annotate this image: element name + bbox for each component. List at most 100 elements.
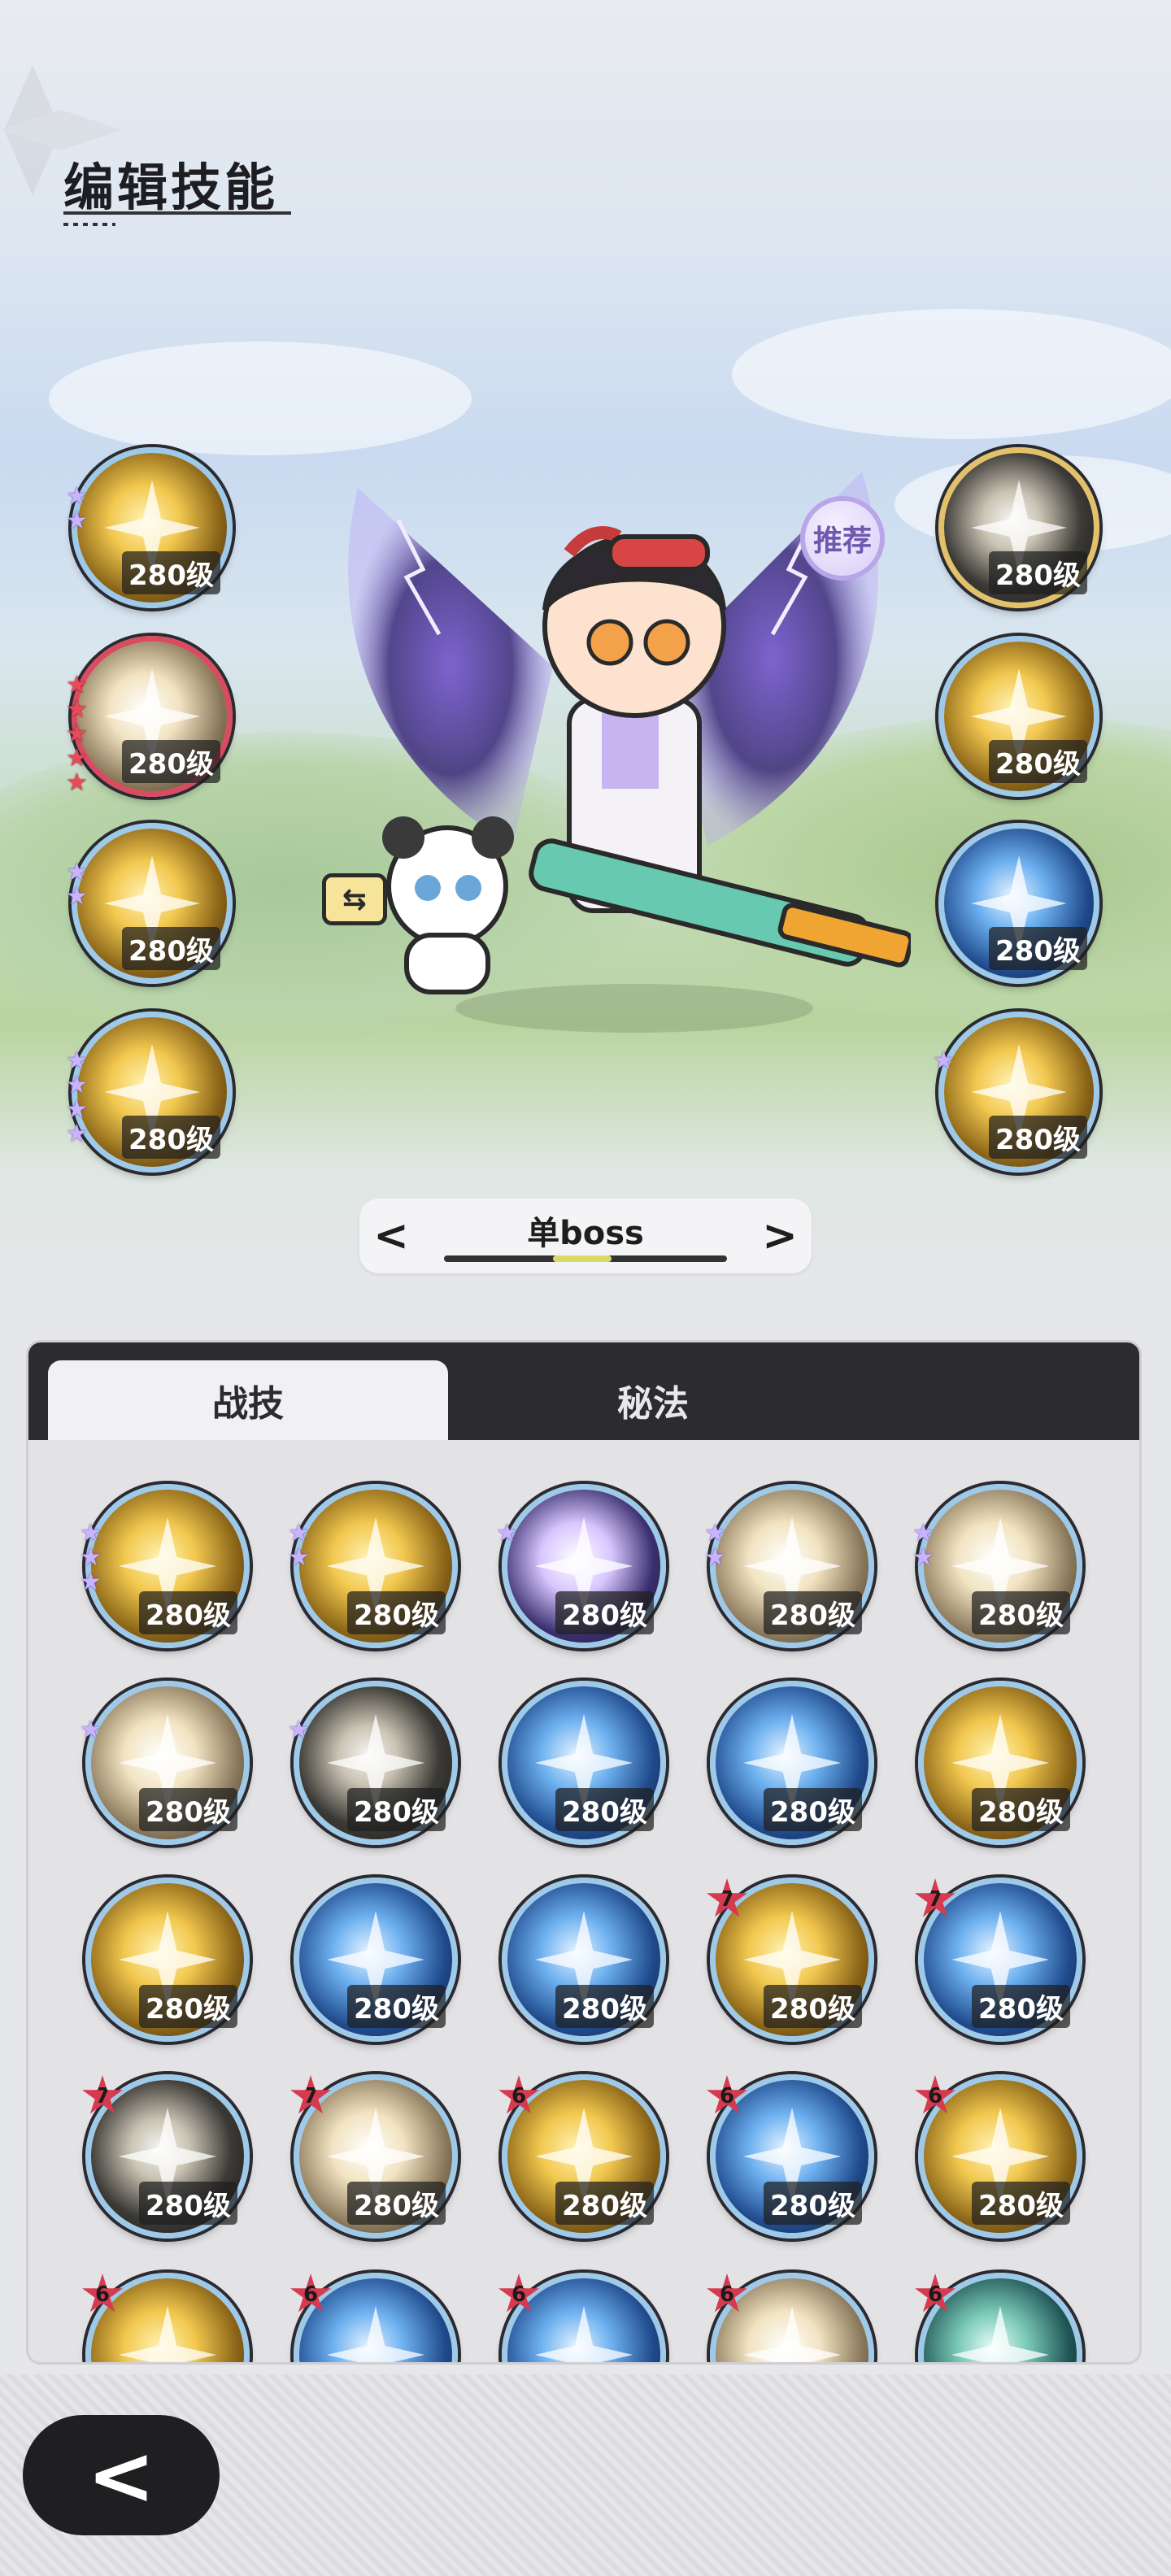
- skill-orb[interactable]: 280级 ★ ★: [912, 1484, 1082, 1648]
- skill-orb[interactable]: 280级 ★ ★: [288, 1484, 458, 1648]
- skill-level-label: 280级: [139, 2182, 237, 2225]
- skill-level-label: 280级: [347, 1788, 446, 1831]
- skill-orb[interactable]: 280级 7: [82, 2074, 250, 2239]
- skill-orb[interactable]: 280级: [918, 1681, 1082, 1845]
- skill-level-label: 280级: [555, 1591, 654, 1634]
- skill-grid-cell: 280级 ★: [496, 1484, 669, 1651]
- skill-orb[interactable]: 280级 ★ ★: [66, 823, 233, 984]
- skill-grid-cell: 6: [82, 2273, 253, 2362]
- skill-orb[interactable]: 280级: [294, 1878, 458, 2042]
- skill-level-label: 280级: [972, 2182, 1070, 2225]
- skill-orb[interactable]: 280级: [85, 1878, 250, 2042]
- star-rating: ★: [933, 1046, 956, 1075]
- skill-level-label: 280级: [764, 1591, 862, 1634]
- swap-arrows-icon[interactable]: ⇆: [322, 873, 387, 925]
- star-icon: ★: [288, 1519, 310, 1547]
- skill-level-label: 280级: [139, 1985, 237, 2028]
- skill-orb[interactable]: 280级 6: [498, 2074, 666, 2239]
- skill-orb[interactable]: 280级 6: [707, 2074, 874, 2239]
- star-icon: ★: [80, 1543, 102, 1572]
- skill-grid-cell: 6: [498, 2273, 669, 2362]
- skill-grid-cell: 280级 7: [82, 2074, 253, 2242]
- skill-orb[interactable]: 280级: [710, 1681, 874, 1845]
- skill-panel: 战技 秘法 280级 ★ ★ ★ 280级 ★ ★ 280级 ★ 280级 ★ ★ 280级 ★ ★ 280级…: [26, 1340, 1142, 2365]
- skill-grid-cell: 280级 ★: [288, 1681, 461, 1848]
- star-rating: ★ ★: [704, 1521, 727, 1570]
- star-icon: ★: [912, 1519, 934, 1547]
- recommend-badge[interactable]: 推荐: [800, 496, 885, 581]
- skill-grid-cell: 280级 ★ ★: [704, 1484, 877, 1651]
- skill-grid-cell: 6: [915, 2273, 1086, 2362]
- skill-orb[interactable]: 280级: [502, 1681, 666, 1845]
- skill-level-label: 280级: [139, 1591, 237, 1634]
- star-icon: ★: [66, 858, 88, 886]
- skill-grid-cell: 280级 7: [707, 1878, 877, 2045]
- skill-orb[interactable]: 280级 ★: [496, 1484, 666, 1648]
- skill-level-label: 280级: [989, 927, 1087, 970]
- skill-grid-cell: 280级 6: [707, 2074, 877, 2242]
- star-icon: ★: [66, 1120, 88, 1148]
- skill-orb[interactable]: 6: [707, 2273, 874, 2362]
- next-mode-button[interactable]: >: [760, 1213, 800, 1259]
- skill-orb[interactable]: 6: [498, 2273, 666, 2362]
- skill-orb[interactable]: 6: [82, 2273, 250, 2362]
- star-icon: ★: [912, 1543, 934, 1572]
- star-icon: ★: [66, 482, 88, 511]
- tab-combat-skills[interactable]: 战技: [48, 1360, 448, 1440]
- title-underline: [63, 211, 291, 215]
- star-rating: ★: [288, 1716, 311, 1744]
- skill-orb[interactable]: 6: [915, 2273, 1082, 2362]
- star-rating: ★: [496, 1521, 519, 1546]
- chevron-left-icon: <: [87, 2427, 155, 2523]
- skill-level-label: 280级: [989, 551, 1087, 594]
- skill-level-label: 280级: [972, 1788, 1070, 1831]
- skill-grid-cell: 280级: [918, 1681, 1086, 1848]
- skill-level-label: 280级: [764, 2182, 862, 2225]
- skill-orb[interactable]: 280级 6: [915, 2074, 1082, 2239]
- skill-orb[interactable]: 280级 ★ ★ ★ ★ ★: [66, 636, 233, 797]
- skill-orb[interactable]: 280级: [938, 447, 1099, 608]
- skill-orb[interactable]: 280级 ★ ★ ★ ★: [66, 1012, 233, 1173]
- skill-level-label: 280级: [555, 2182, 654, 2225]
- page-title: 编辑技能: [63, 158, 279, 217]
- skill-grid-cell: 280级: [502, 1878, 669, 2045]
- skill-level-label: 280级: [347, 2182, 446, 2225]
- skill-orb[interactable]: 280级 ★: [933, 1012, 1099, 1173]
- skill-orb[interactable]: 280级: [938, 823, 1099, 984]
- skill-grid: 280级 ★ ★ ★ 280级 ★ ★ 280级 ★ 280级 ★ ★ 280级 ★ ★ 280级 ★ 280级 ★…: [28, 1440, 1139, 2362]
- skill-orb[interactable]: 6: [290, 2273, 458, 2362]
- skill-orb[interactable]: 280级 ★: [288, 1681, 458, 1845]
- skill-grid-cell: 6: [290, 2273, 461, 2362]
- tab-arcana[interactable]: 秘法: [453, 1360, 853, 1440]
- star-rating: ★ ★ ★ ★: [66, 1049, 89, 1148]
- star-icon: ★: [66, 768, 88, 797]
- skill-orb[interactable]: 280级: [938, 636, 1099, 797]
- star-rating: ★: [80, 1718, 102, 1743]
- skill-orb[interactable]: 280级 7: [290, 2074, 458, 2239]
- skill-orb[interactable]: 280级 ★ ★: [704, 1484, 874, 1648]
- cloud: [732, 309, 1171, 439]
- star-icon: ★: [66, 744, 88, 772]
- skill-grid-cell: 280级 7: [915, 1878, 1086, 2045]
- star-rating: ★ ★: [66, 858, 89, 909]
- skill-level-label: 280级: [989, 740, 1087, 783]
- skill-grid-cell: 280级 ★ ★ ★: [80, 1484, 253, 1651]
- star-rating: ★ ★: [912, 1519, 935, 1572]
- skill-level-label: 280级: [764, 1985, 862, 2028]
- tab-bar: 战技 秘法: [28, 1342, 1139, 1440]
- skill-orb[interactable]: 280级 ★ ★ ★: [80, 1484, 250, 1648]
- skill-orb[interactable]: 280级 ★ ★: [66, 447, 233, 608]
- star-rating: ★ ★: [288, 1519, 311, 1572]
- skill-orb[interactable]: 280级 7: [915, 1878, 1082, 2042]
- star-icon: ★: [288, 1543, 310, 1572]
- star-icon: ★: [288, 1716, 310, 1744]
- star-icon: ★: [933, 1046, 955, 1075]
- skill-grid-cell: 280级: [294, 1878, 461, 2045]
- back-button[interactable]: <: [23, 2415, 220, 2535]
- skill-orb[interactable]: 280级 7: [707, 1878, 874, 2042]
- skill-orb[interactable]: 280级: [502, 1878, 666, 2042]
- star-rating: ★ ★ ★ ★ ★: [66, 673, 89, 797]
- star-icon: ★: [66, 1071, 88, 1099]
- skill-orb[interactable]: 280级 ★: [80, 1681, 250, 1845]
- skill-grid-cell: 280级: [85, 1878, 253, 2045]
